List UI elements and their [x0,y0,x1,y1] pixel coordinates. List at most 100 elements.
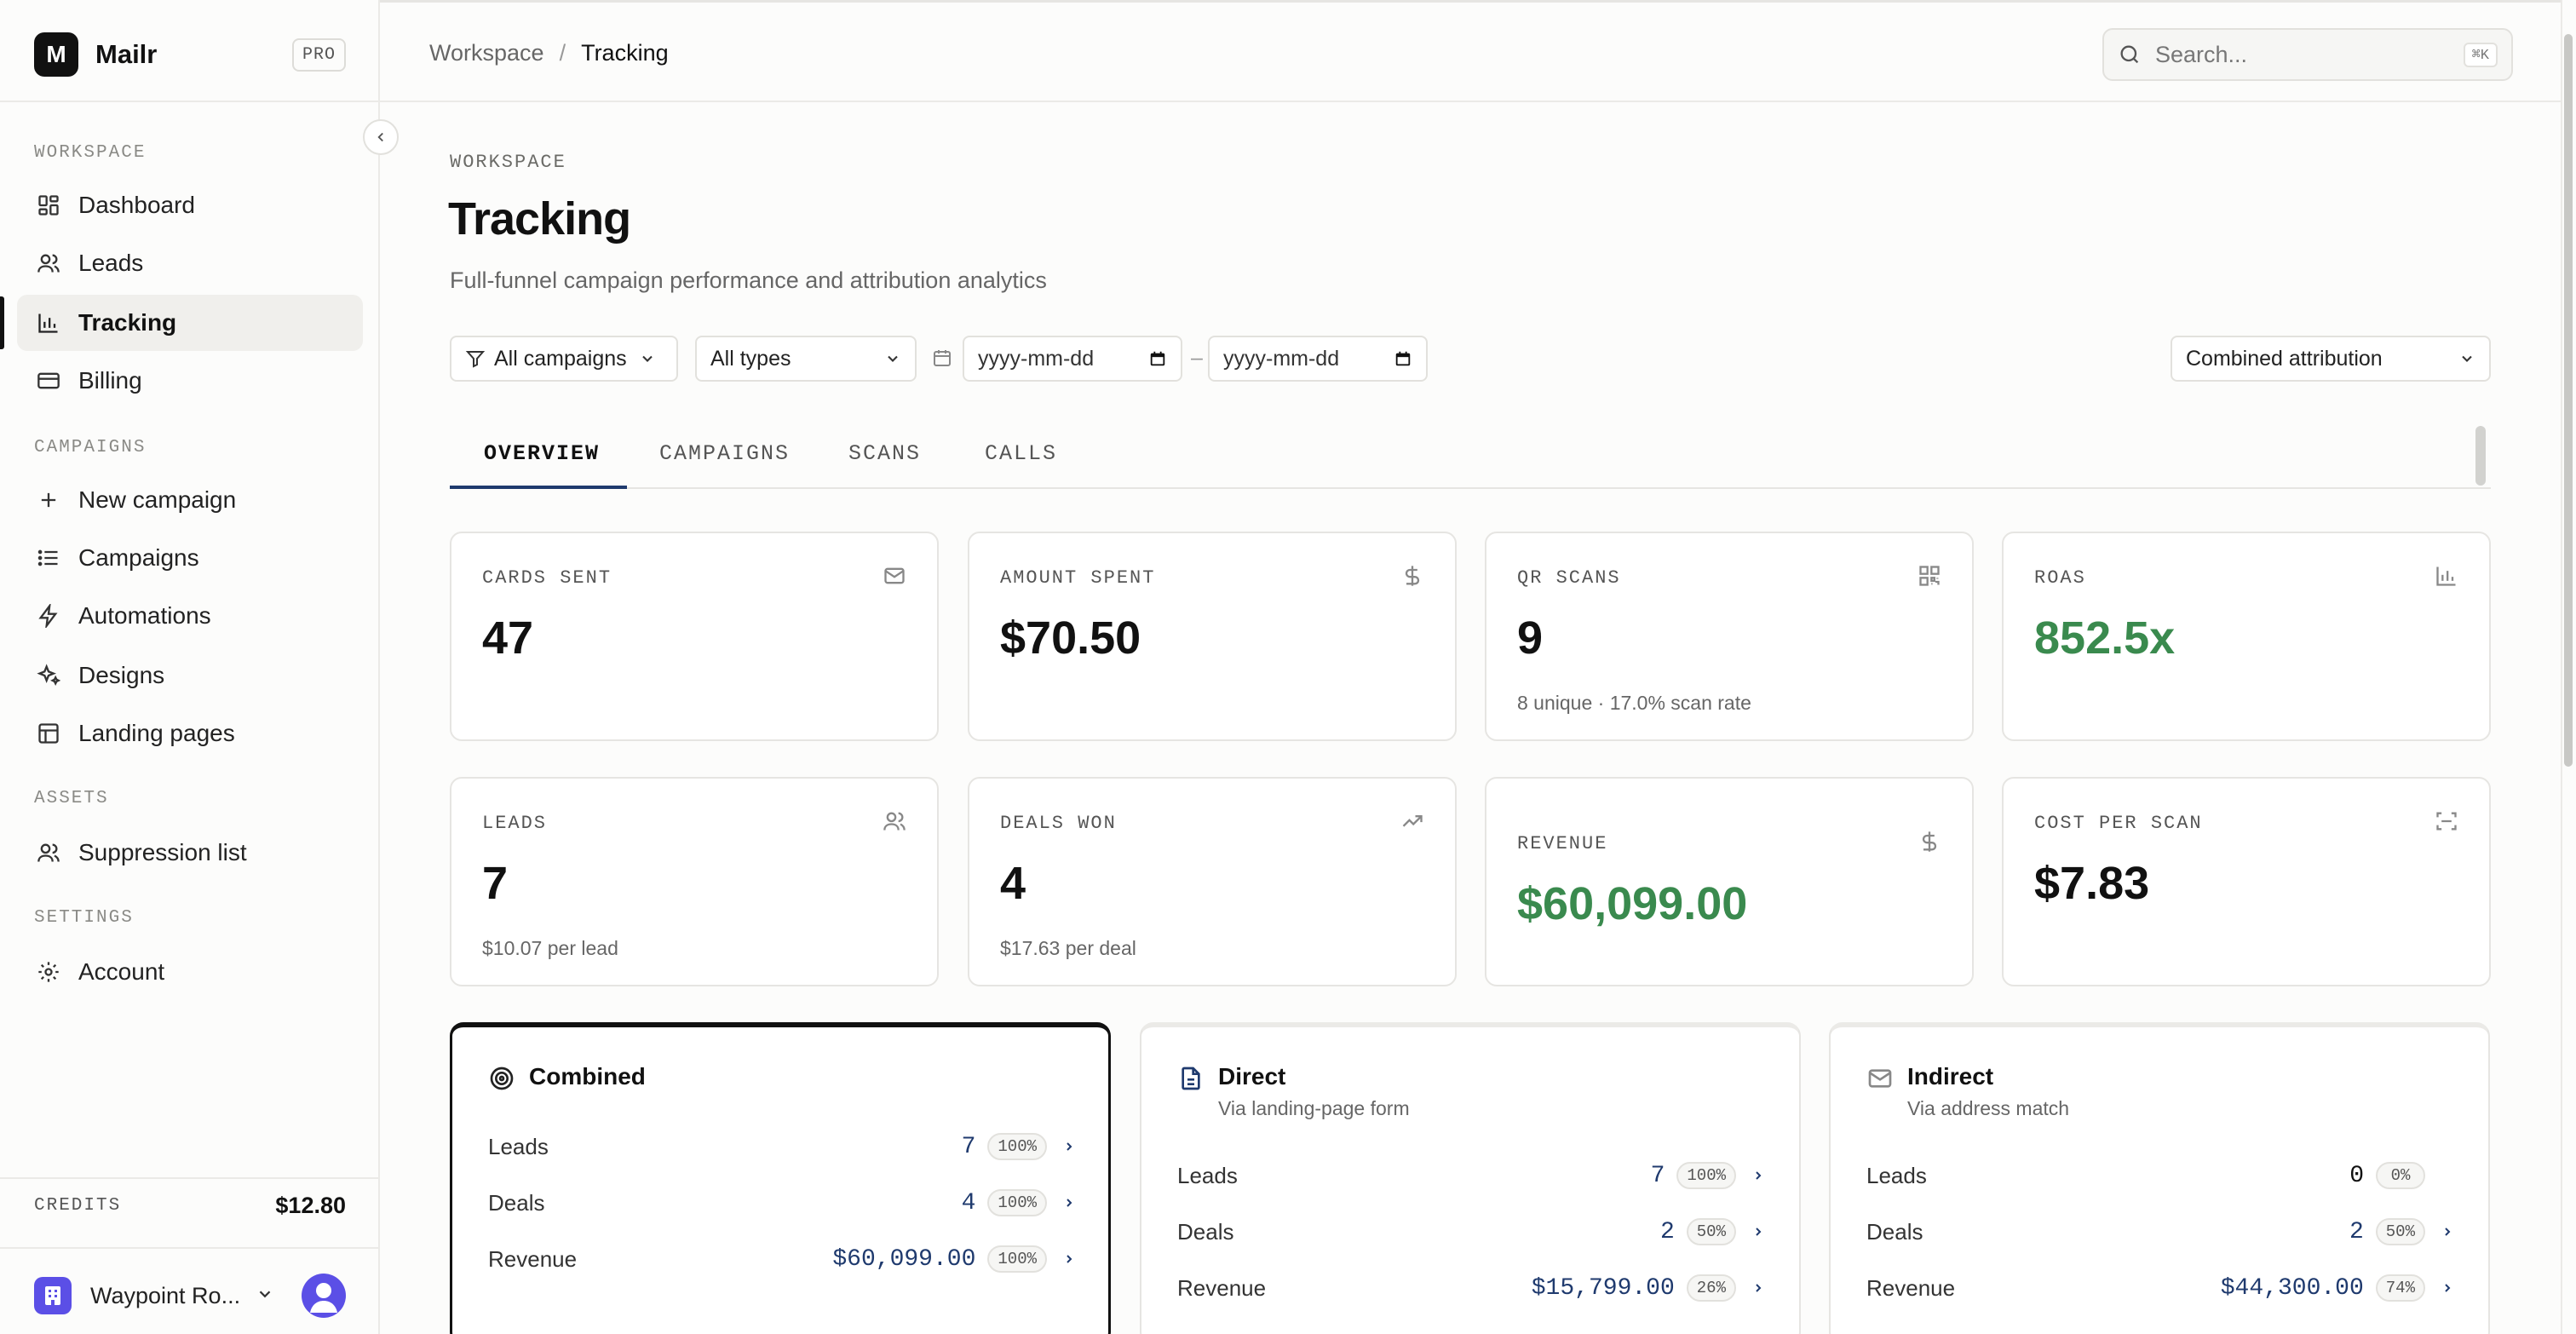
sidebar-item-designs[interactable]: Designs [17,647,363,704]
sidebar-item-suppression-list[interactable]: Suppression list [17,825,363,881]
sidebar-item-label: New campaign [78,486,237,513]
row-percent-badge: 50% [1686,1218,1736,1245]
mail-icon [1866,1065,1894,1092]
page-scrollbar-thumb[interactable] [2564,34,2573,767]
sidebar: M Mailr PRO WORKSPACE Dashboard Leads Tr… [0,0,380,1334]
stat-label: DEALS WON [1000,813,1117,834]
topbar: Workspace / Tracking ⌘K [380,0,2561,102]
stat-subtext: $17.63 per deal [1000,937,1136,959]
campaign-filter[interactable]: All campaigns [450,336,678,382]
chevron-down-icon [639,350,656,367]
scan-icon [2435,809,2458,837]
stat-value: 9 [1517,612,1544,664]
sidebar-item-billing[interactable]: Billing [17,353,363,409]
date-to-placeholder: yyyy-mm-dd [1223,346,1340,371]
stat-value: 7 [482,858,509,909]
tab-campaigns[interactable]: CAMPAIGNS [659,441,790,489]
attribution-row-leads[interactable]: Leads 7 100% [1177,1157,1767,1194]
chevron-right-icon [1750,1279,1767,1297]
attribution-select-value: Combined attribution [2186,346,2383,371]
attribution-row-deals[interactable]: Deals 2 50% [1866,1213,2456,1251]
list-icon [34,543,63,572]
calendar-icon [932,348,952,372]
tab-scans[interactable]: SCANS [848,441,921,489]
sidebar-item-tracking[interactable]: Tracking [17,295,363,351]
sidebar-item-new-campaign[interactable]: New campaign [17,472,363,528]
tab-overview[interactable]: OVERVIEW [484,441,600,489]
row-percent-badge: 100% [987,1245,1047,1273]
stat-card-revenue: REVENUE $60,099.00 [1485,777,1974,986]
sidebar-item-landing-pages[interactable]: Landing pages [17,705,363,762]
attribution-row-leads[interactable]: Leads 7 100% [488,1128,1078,1165]
sidebar-item-dashboard[interactable]: Dashboard [17,177,363,233]
avatar[interactable] [302,1274,346,1318]
sidebar-collapse-button[interactable] [363,119,399,155]
calendar-icon[interactable] [1394,349,1412,368]
sidebar-item-automations[interactable]: Automations [17,588,363,644]
sidebar-item-label: Designs [78,662,165,688]
breadcrumb-parent[interactable]: Workspace [429,40,544,66]
stat-value: $7.83 [2034,858,2150,909]
attribution-row-revenue[interactable]: Revenue $15,799.00 26% [1177,1269,1767,1307]
campaign-filter-value: All campaigns [494,346,627,371]
section-label-settings: SETTINGS [34,908,134,928]
row-percent-badge: 100% [987,1133,1047,1160]
sidebar-item-label: Suppression list [78,839,247,865]
page-subtitle: Full-funnel campaign performance and att… [450,267,1047,293]
lightning-icon [34,601,63,630]
sidebar-item-leads[interactable]: Leads [17,235,363,291]
chevron-down-icon [2458,350,2475,367]
app-logo: M [34,32,78,77]
brand[interactable]: M Mailr PRO [34,31,346,78]
attribution-row-revenue[interactable]: Revenue $44,300.00 74% [1866,1269,2456,1307]
attribution-row-revenue[interactable]: Revenue $60,099.00 100% [488,1240,1078,1278]
type-filter-value: All types [710,346,791,371]
date-range-separator: – [1191,346,1203,370]
filter-icon [465,348,486,369]
chevron-right-icon [2439,1223,2456,1240]
attribution-row-deals[interactable]: Deals 2 50% [1177,1213,1767,1251]
row-label: Deals [1177,1218,1234,1245]
users-icon [34,249,63,278]
sidebar-item-label: Billing [78,367,142,394]
search-box[interactable]: ⌘K [2102,28,2513,81]
search-input[interactable] [2155,41,2445,68]
attribution-row-leads[interactable]: Leads 0 0% [1866,1157,2456,1194]
date-to-input[interactable]: yyyy-mm-dd [1208,336,1428,382]
row-label: Deals [1866,1218,1923,1245]
stat-card-leads: LEADS 7 $10.07 per lead [450,777,939,986]
attribution-title: Indirect [1907,1063,1994,1090]
attribution-card-header: Combined [488,1063,646,1092]
stat-value: $60,099.00 [1517,878,1748,929]
active-tab-indicator [450,486,627,489]
attribution-card-indirect[interactable]: Indirect Via address match Leads 0 0% De… [1829,1022,2490,1334]
attribution-select[interactable]: Combined attribution [2171,336,2491,382]
breadcrumb-current: Tracking [581,40,669,66]
sidebar-item-label: Leads [78,250,144,276]
attribution-card-direct[interactable]: Direct Via landing-page form Leads 7 100… [1140,1022,1801,1334]
attribution-card-combined[interactable]: Combined Leads 7 100% Deals 4 100% Reven… [450,1022,1111,1334]
attribution-row-deals[interactable]: Deals 4 100% [488,1184,1078,1222]
date-from-input[interactable]: yyyy-mm-dd [963,336,1182,382]
sidebar-item-label: Campaigns [78,544,199,571]
sidebar-item-campaigns[interactable]: Campaigns [17,530,363,586]
stat-label: CARDS SENT [482,567,612,589]
target-icon [488,1065,515,1092]
attribution-title: Combined [529,1063,646,1090]
active-indicator [0,296,4,349]
sidebar-item-account[interactable]: Account [17,944,363,1000]
row-percent-badge: 0% [2376,1162,2425,1189]
stat-value: 4 [1000,858,1026,909]
tab-calls[interactable]: CALLS [985,441,1057,489]
row-label: Leads [488,1133,549,1159]
chevron-left-icon [373,129,388,145]
stat-subtext: $10.07 per lead [482,937,618,959]
calendar-icon[interactable] [1148,349,1167,368]
tab-scrollbar-thumb[interactable] [2475,426,2486,486]
credits-label: CREDITS [34,1196,122,1216]
org-switcher[interactable]: Waypoint Ro... [34,1274,346,1318]
type-filter[interactable]: All types [695,336,917,382]
stat-value: 47 [482,612,534,664]
attribution-card-header: Direct Via landing-page form [1177,1063,1410,1120]
attribution-description: Via address match [1907,1097,2070,1119]
